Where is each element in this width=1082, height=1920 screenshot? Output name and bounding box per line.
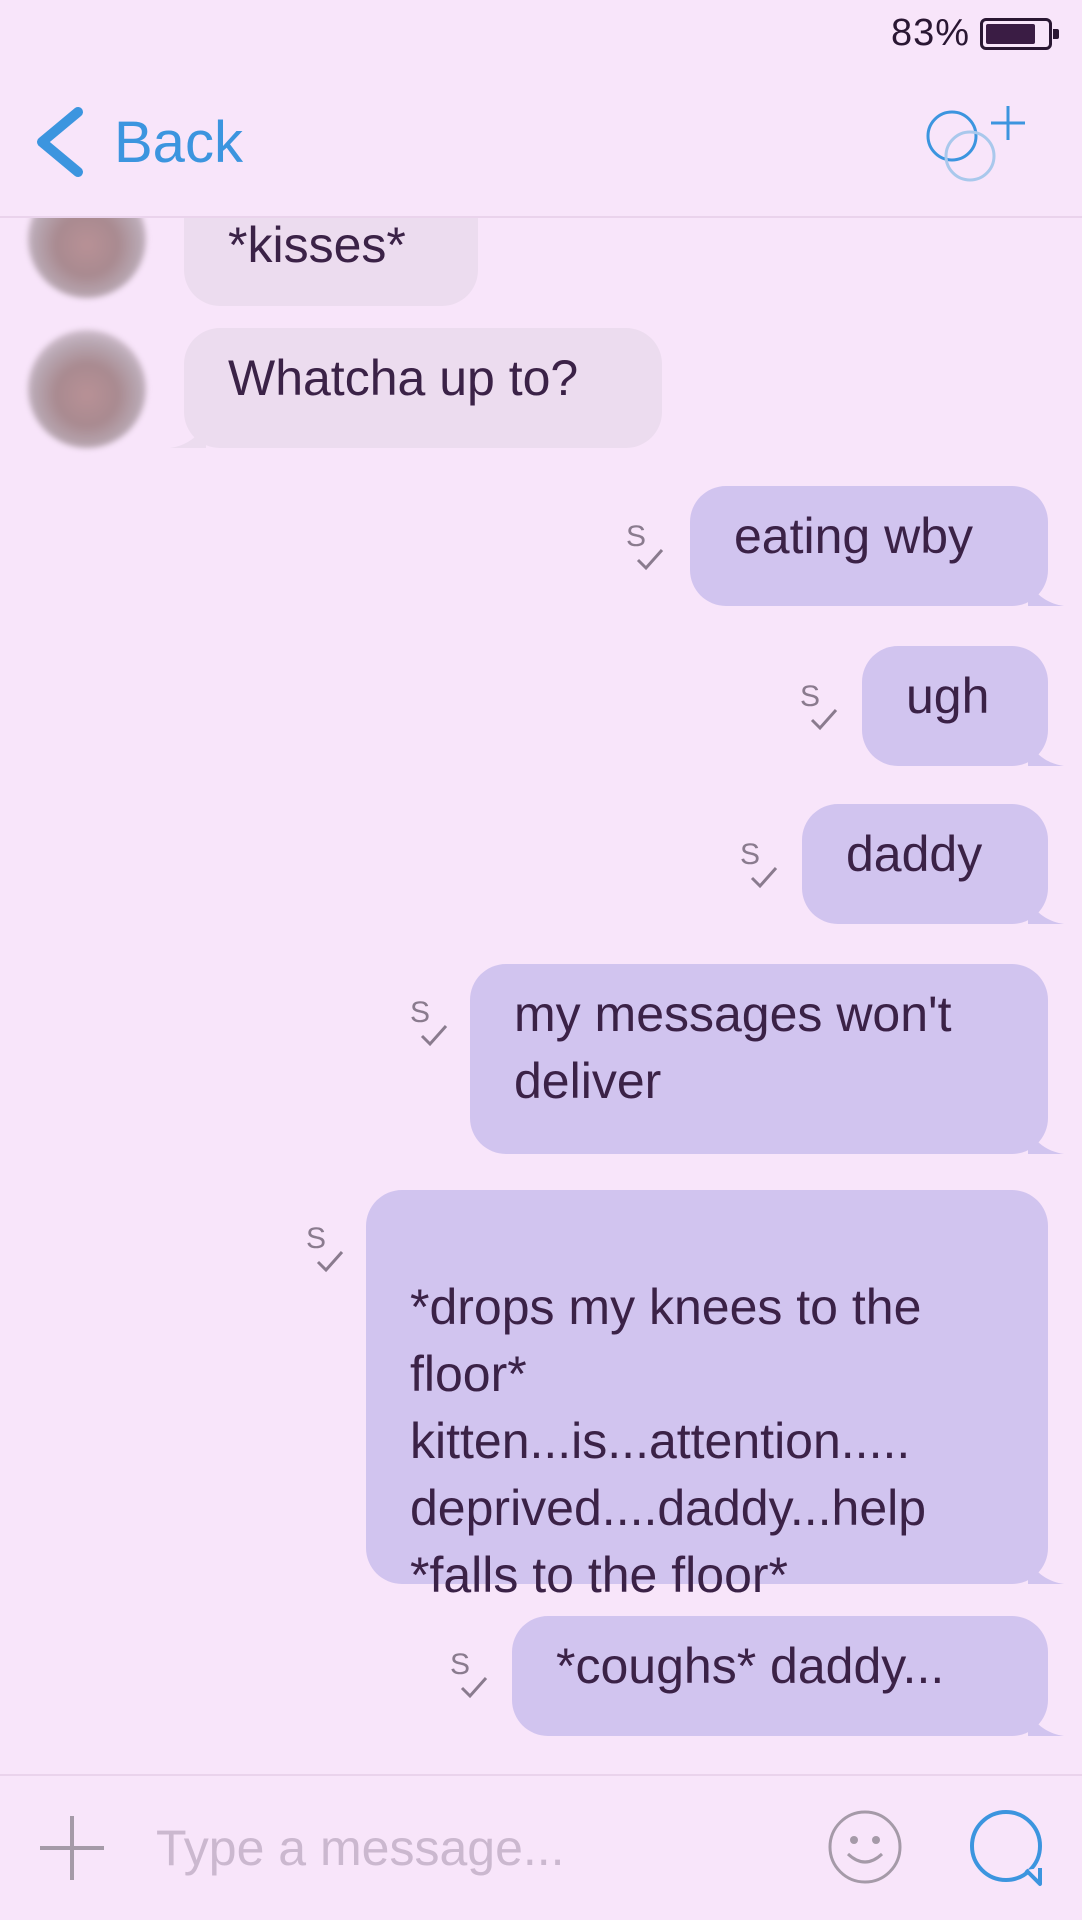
battery-level	[986, 24, 1035, 44]
outgoing-message-bubble[interactable]: eating wby	[690, 486, 1064, 606]
send-icon[interactable]	[968, 1808, 1048, 1888]
outgoing-message-bubble[interactable]: *coughs* daddy...	[512, 1616, 1064, 1736]
outgoing-message-bubble[interactable]: daddy	[802, 804, 1064, 924]
message-text: daddy	[846, 826, 983, 882]
plus-icon[interactable]	[36, 1812, 108, 1884]
emoji-icon[interactable]	[826, 1808, 904, 1886]
add-contact-icon[interactable]	[922, 98, 1032, 198]
back-button[interactable]: Back	[26, 102, 243, 182]
message-composer	[0, 1774, 1082, 1920]
contact-avatar[interactable]	[28, 330, 146, 448]
message-text: *kisses*	[228, 217, 406, 273]
sent-status-icon: S	[626, 520, 668, 572]
message-text: my messages won't deliver	[514, 986, 952, 1109]
battery-icon	[980, 18, 1059, 50]
chevron-left-icon	[37, 107, 83, 177]
outgoing-message-bubble[interactable]: *drops my knees to the floor* kitten...i…	[366, 1190, 1064, 1603]
outgoing-message-bubble[interactable]: ugh	[862, 646, 1064, 766]
sent-status-icon: S	[450, 1648, 492, 1700]
battery-percent: 83%	[890, 12, 970, 54]
message-input[interactable]	[156, 1812, 796, 1884]
message-text: Whatcha up to?	[228, 350, 579, 406]
sent-status-icon: S	[740, 838, 782, 890]
sent-status-icon: S	[800, 680, 842, 732]
sent-status-icon: S	[410, 996, 452, 1048]
status-bar: 83%	[0, 0, 1082, 70]
incoming-message-bubble[interactable]: *kisses*	[184, 216, 478, 306]
navigation-bar: Back	[0, 70, 1082, 218]
incoming-message-bubble[interactable]: Whatcha up to?	[170, 328, 662, 448]
back-label: Back	[114, 109, 243, 175]
sent-status-icon: S	[306, 1222, 348, 1274]
message-text: *drops my knees to the floor* kitten...i…	[410, 1279, 927, 1603]
message-text: eating wby	[734, 508, 974, 564]
contact-avatar[interactable]	[28, 216, 146, 298]
outgoing-message-bubble[interactable]: my messages won't deliver	[470, 964, 1064, 1154]
message-list[interactable]: *kisses* Whatcha up to? S eating wby S u…	[0, 216, 1082, 1776]
message-text: *coughs* daddy...	[556, 1638, 945, 1694]
message-text: ugh	[906, 668, 990, 724]
